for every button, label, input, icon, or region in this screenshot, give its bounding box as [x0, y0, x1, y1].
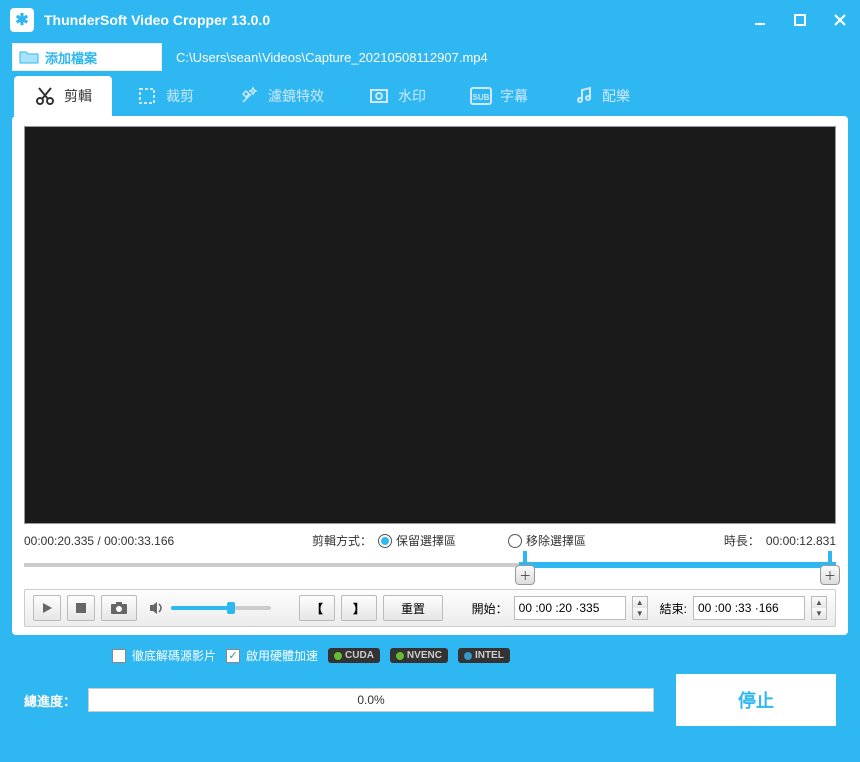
window-buttons — [740, 0, 860, 40]
total-time: 00:00:33.166 — [104, 534, 174, 548]
hw-accel-checkbox[interactable]: ✓ 啟用硬體加速 — [226, 647, 318, 664]
video-preview[interactable] — [24, 126, 836, 524]
duration-label: 時長： — [724, 532, 760, 549]
snapshot-button[interactable] — [101, 595, 137, 621]
minimize-button[interactable] — [740, 0, 780, 40]
stop-icon — [76, 603, 86, 613]
progress-bar: 0.0% — [88, 688, 654, 712]
end-time-spinner[interactable]: ▲▼ — [811, 596, 827, 620]
tab-scissors[interactable]: 剪輯 — [14, 76, 112, 116]
maximize-button[interactable] — [780, 0, 820, 40]
maximize-icon — [793, 13, 807, 27]
progress-value: 0.0% — [357, 693, 384, 707]
tab-label: 裁剪 — [166, 86, 194, 106]
tab-label: 濾鏡特效 — [268, 86, 324, 106]
scissors-icon — [34, 85, 56, 107]
checkbox-icon: ✓ — [226, 649, 240, 663]
spinner-up-icon[interactable]: ▲ — [812, 597, 826, 608]
tab-crop[interactable]: 裁剪 — [116, 76, 214, 116]
play-icon — [41, 602, 53, 614]
tab-fx[interactable]: 濾鏡特效 — [218, 76, 344, 116]
start-label: 開始： — [472, 600, 508, 617]
file-bar: 添加檔案 C:\Users\sean\Videos\Capture_202105… — [0, 40, 860, 74]
deep-decode-checkbox[interactable]: 徹底解碼源影片 — [112, 647, 216, 664]
trim-mode-label: 剪輯方式： — [312, 532, 372, 549]
volume-control[interactable] — [149, 601, 271, 615]
time-display: 00:00:20.335 / 00:00:33.166 — [24, 534, 174, 548]
tab-music[interactable]: 配樂 — [552, 76, 650, 116]
duration-value: 00:00:12.831 — [766, 534, 836, 548]
spinner-down-icon[interactable]: ▼ — [633, 608, 647, 619]
title-bar: ✱ ThunderSoft Video Cropper 13.0.0 — [0, 0, 860, 40]
gpu-badge-intel: INTEL — [458, 648, 510, 663]
music-icon — [572, 85, 594, 107]
timeline-end-handle[interactable]: ＋ — [824, 551, 836, 579]
remove-label: 移除選擇區 — [526, 532, 586, 549]
volume-slider[interactable] — [171, 606, 271, 610]
tab-subtitle[interactable]: SUB 字幕 — [450, 76, 548, 116]
timeline-selection — [519, 562, 836, 568]
plus-icon: ＋ — [515, 565, 535, 585]
close-button[interactable] — [820, 0, 860, 40]
volume-icon — [149, 601, 165, 615]
timeline-start-handle[interactable]: ＋ — [519, 551, 531, 579]
tab-label: 剪輯 — [64, 86, 92, 106]
minimize-icon — [753, 13, 767, 27]
subtitle-icon: SUB — [470, 85, 492, 107]
tab-label: 字幕 — [500, 86, 528, 106]
radio-dot-icon — [378, 534, 392, 548]
controls-bar: 【 】 重置 開始： 00 :00 :20 ·335 ▲▼ 結束: 00 :00… — [24, 589, 836, 627]
svg-text:SUB: SUB — [473, 93, 490, 102]
radio-keep-selection[interactable]: 保留選擇區 — [378, 532, 456, 549]
end-label: 結束: — [660, 600, 687, 617]
info-row: 00:00:20.335 / 00:00:33.166 剪輯方式： 保留選擇區 … — [24, 532, 836, 549]
fx-icon — [238, 85, 260, 107]
end-time-input[interactable]: 00 :00 :33 ·166 — [693, 596, 805, 620]
gpu-badge-cuda: CUDA — [328, 648, 380, 663]
work-area: 00:00:20.335 / 00:00:33.166 剪輯方式： 保留選擇區 … — [12, 116, 848, 635]
app-window: ✱ ThunderSoft Video Cropper 13.0.0 添加檔案 … — [0, 0, 860, 762]
spinner-up-icon[interactable]: ▲ — [633, 597, 647, 608]
tabs: 剪輯 裁剪 濾鏡特效 水印 SUB 字幕 配樂 — [0, 74, 860, 116]
start-time-spinner[interactable]: ▲▼ — [632, 596, 648, 620]
crop-icon — [136, 85, 158, 107]
folder-icon — [13, 44, 45, 70]
tab-label: 配樂 — [602, 86, 630, 106]
mark-in-button[interactable]: 【 — [299, 595, 335, 621]
bottom-options: 徹底解碼源影片 ✓ 啟用硬體加速 CUDA NVENC INTEL — [0, 647, 860, 664]
stop-button[interactable]: 停止 — [676, 674, 836, 726]
radio-dot-icon — [508, 534, 522, 548]
app-title: ThunderSoft Video Cropper 13.0.0 — [44, 12, 270, 28]
keep-label: 保留選擇區 — [396, 532, 456, 549]
file-path: C:\Users\sean\Videos\Capture_20210508112… — [176, 50, 488, 65]
app-logo-icon: ✱ — [10, 8, 34, 32]
play-button[interactable] — [33, 595, 61, 621]
gpu-badge-nvenc: NVENC — [390, 648, 448, 663]
radio-remove-selection[interactable]: 移除選擇區 — [508, 532, 586, 549]
stop-playback-button[interactable] — [67, 595, 95, 621]
start-time-input[interactable]: 00 :00 :20 ·335 — [514, 596, 626, 620]
tab-label: 水印 — [398, 86, 426, 106]
mark-out-button[interactable]: 】 — [341, 595, 377, 621]
progress-row: 總進度： 0.0% 停止 — [0, 674, 860, 726]
reset-button[interactable]: 重置 — [383, 595, 443, 621]
add-file-label: 添加檔案 — [45, 48, 97, 67]
close-icon — [833, 13, 847, 27]
spinner-down-icon[interactable]: ▼ — [812, 608, 826, 619]
progress-label: 總進度： — [24, 691, 76, 710]
current-time: 00:00:20.335 — [24, 534, 94, 548]
checkbox-icon — [112, 649, 126, 663]
plus-icon: ＋ — [820, 565, 840, 585]
timeline[interactable]: ＋ ＋ — [24, 553, 836, 577]
deep-decode-label: 徹底解碼源影片 — [132, 647, 216, 664]
tab-watermark[interactable]: 水印 — [348, 76, 446, 116]
hw-accel-label: 啟用硬體加速 — [246, 647, 318, 664]
camera-icon — [111, 602, 127, 614]
add-file-button[interactable]: 添加檔案 — [12, 43, 162, 71]
watermark-icon — [368, 85, 390, 107]
